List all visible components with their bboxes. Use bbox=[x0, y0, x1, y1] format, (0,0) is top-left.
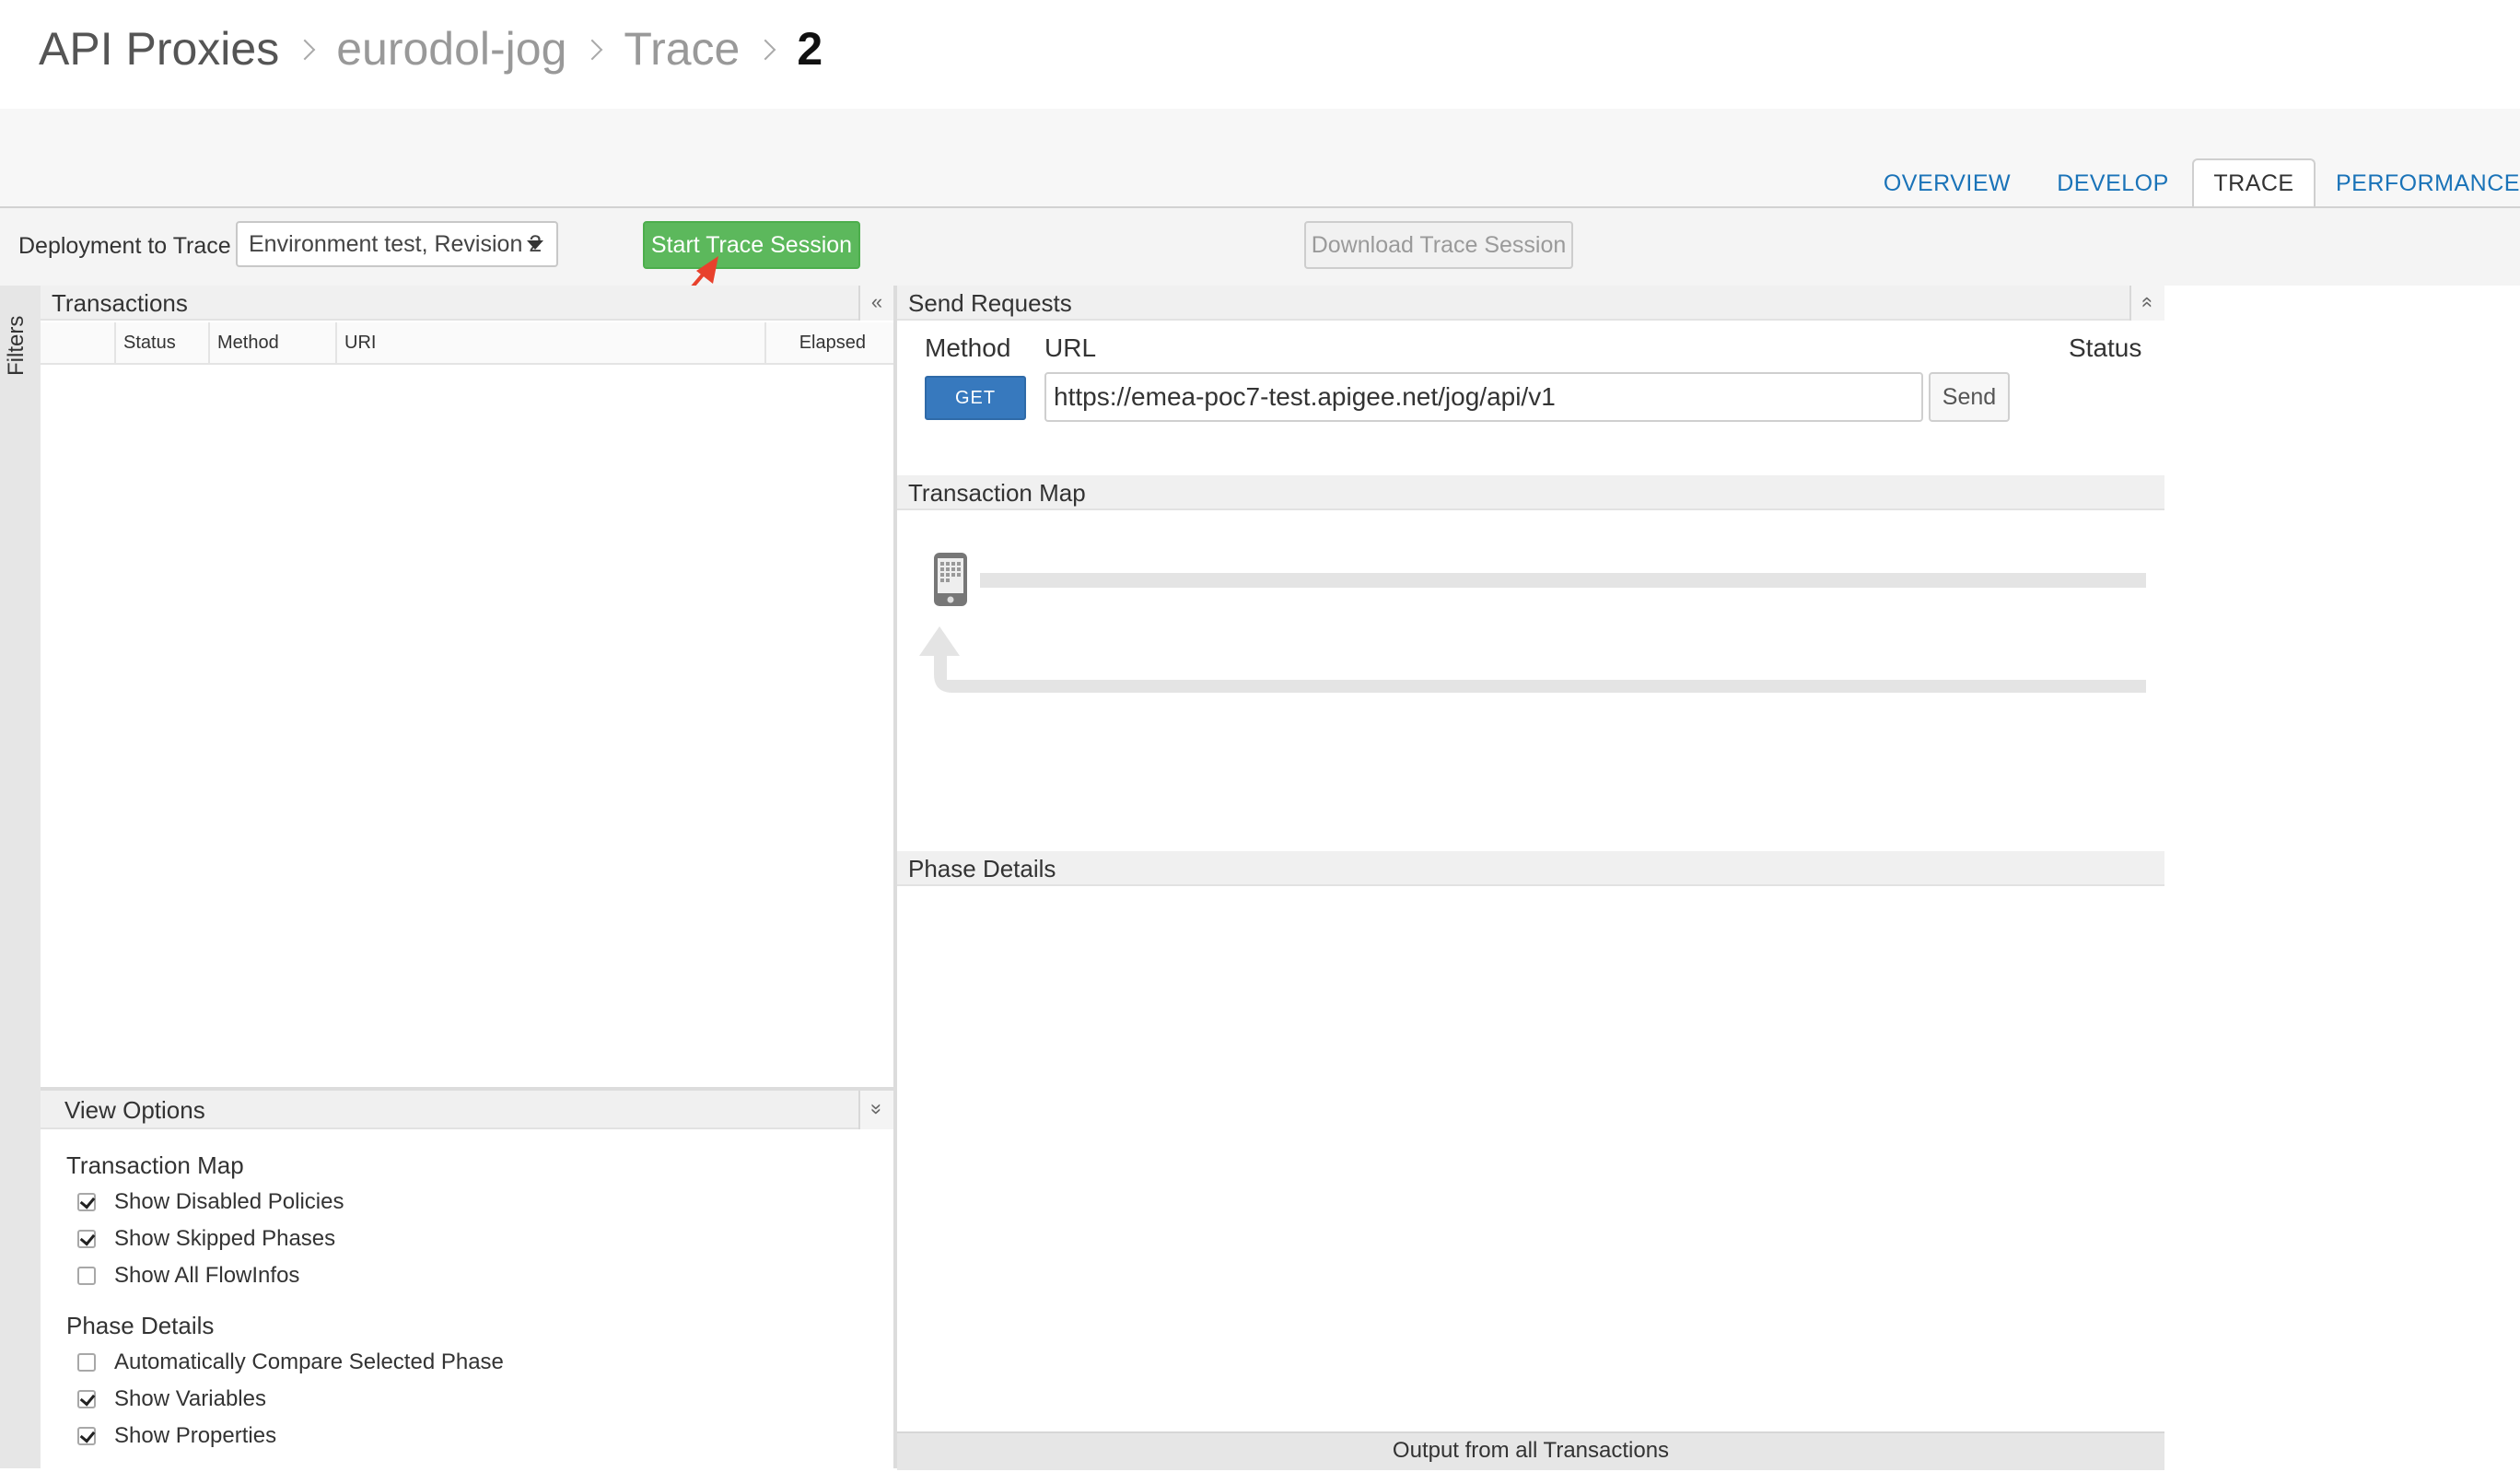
chevron-right-icon bbox=[752, 17, 784, 81]
checkbox[interactable] bbox=[77, 1353, 96, 1372]
double-chevron-down-icon: » bbox=[866, 1103, 889, 1116]
double-chevron-up-icon: « bbox=[2137, 296, 2160, 309]
send-requests-header: Send Requests « bbox=[897, 286, 2164, 321]
checkbox[interactable] bbox=[77, 1427, 96, 1445]
deployment-label: Deployment to Trace bbox=[18, 233, 231, 259]
option-show-skipped-phases[interactable]: Show Skipped Phases bbox=[77, 1223, 335, 1255]
checkbox[interactable] bbox=[77, 1390, 96, 1408]
tab-develop[interactable]: DEVELOP bbox=[2050, 160, 2176, 206]
option-show-properties[interactable]: Show Properties bbox=[77, 1420, 276, 1452]
deployment-select[interactable]: Environment test, Revision 2 bbox=[236, 221, 558, 267]
request-url-input[interactable] bbox=[1044, 372, 1923, 422]
checkbox[interactable] bbox=[77, 1193, 96, 1211]
send-button[interactable]: Send bbox=[1929, 372, 2010, 422]
option-show-variables[interactable]: Show Variables bbox=[77, 1384, 266, 1415]
column-elapsed[interactable]: Elapsed bbox=[764, 322, 893, 363]
collapse-left-icon[interactable]: « bbox=[858, 286, 893, 321]
filters-toggle[interactable]: Filters bbox=[4, 302, 37, 376]
view-options-section-title: Phase Details bbox=[66, 1312, 215, 1339]
column-uri[interactable]: URI bbox=[335, 322, 764, 363]
download-trace-session-button[interactable]: Download Trace Session bbox=[1304, 221, 1573, 269]
send-requests-title: Send Requests bbox=[908, 289, 1072, 317]
chevron-right-icon bbox=[579, 17, 611, 81]
chevron-right-icon bbox=[292, 17, 323, 81]
option-label: Show Skipped Phases bbox=[114, 1226, 336, 1251]
transactions-panel: Transactions « Status Method URI Elapsed… bbox=[41, 286, 897, 1472]
breadcrumb-trace[interactable]: Trace bbox=[624, 17, 740, 81]
url-label: URL bbox=[1044, 333, 1097, 362]
tab-performance[interactable]: PERFORMANCE bbox=[2336, 160, 2519, 206]
trace-toolbar: Deployment to Trace Environment test, Re… bbox=[0, 206, 2520, 287]
collapse-up-icon[interactable]: « bbox=[2129, 286, 2164, 321]
checkbox[interactable] bbox=[77, 1267, 96, 1285]
caret-down-icon bbox=[527, 240, 543, 250]
empty-area bbox=[2164, 286, 2520, 1468]
page-header: API Proxies eurodol-jog Trace 2 bbox=[0, 0, 2520, 111]
transactions-header: Transactions « bbox=[41, 286, 893, 321]
breadcrumb-proxy-name[interactable]: eurodol-jog bbox=[336, 17, 566, 81]
trace-detail-panel: Send Requests « Method URL Status GET Se… bbox=[897, 286, 2164, 1470]
mobile-device-icon bbox=[934, 553, 967, 606]
view-options-section-title: Transaction Map bbox=[66, 1151, 244, 1179]
breadcrumb-api-proxies[interactable]: API Proxies bbox=[39, 17, 279, 81]
view-options-header: View Options » bbox=[41, 1091, 893, 1129]
option-auto-compare-phase[interactable]: Automatically Compare Selected Phase bbox=[77, 1347, 504, 1378]
tab-trace[interactable]: TRACE bbox=[2192, 158, 2316, 210]
http-method-button[interactable]: GET bbox=[925, 376, 1026, 420]
tab-bar: OVERVIEW DEVELOP TRACE PERFORMANCE bbox=[0, 109, 2520, 210]
response-flow-arrow-icon bbox=[919, 626, 2146, 693]
transaction-map-header: Transaction Map bbox=[897, 475, 2164, 510]
deployment-select-value: Environment test, Revision 2 bbox=[249, 231, 542, 257]
option-show-all-flowinfos[interactable]: Show All FlowInfos bbox=[77, 1260, 299, 1291]
option-show-disabled-policies[interactable]: Show Disabled Policies bbox=[77, 1186, 344, 1218]
breadcrumb-revision: 2 bbox=[797, 23, 823, 75]
option-label: Automatically Compare Selected Phase bbox=[114, 1349, 504, 1374]
option-label: Show Disabled Policies bbox=[114, 1189, 344, 1214]
view-options-panel: View Options » Transaction Map Show Disa… bbox=[41, 1087, 893, 1472]
checkbox[interactable] bbox=[77, 1230, 96, 1248]
method-label: Method bbox=[925, 333, 1011, 362]
output-all-transactions-bar[interactable]: Output from all Transactions bbox=[897, 1431, 2164, 1470]
column-status[interactable]: Status bbox=[114, 322, 208, 363]
expand-down-icon[interactable]: » bbox=[858, 1091, 893, 1129]
transactions-title: Transactions bbox=[52, 289, 188, 317]
column-method[interactable]: Method bbox=[208, 322, 335, 363]
transactions-table-header: Status Method URI Elapsed bbox=[41, 322, 893, 365]
option-label: Show Properties bbox=[114, 1423, 277, 1448]
option-label: Show Variables bbox=[114, 1386, 266, 1411]
filters-sidebar bbox=[0, 286, 41, 1468]
request-flow-track bbox=[980, 573, 2146, 588]
option-label: Show All FlowInfos bbox=[114, 1263, 300, 1288]
tab-overview[interactable]: OVERVIEW bbox=[1873, 160, 2021, 206]
phase-details-title: Phase Details bbox=[908, 855, 1056, 882]
transaction-map-title: Transaction Map bbox=[908, 479, 1086, 507]
view-options-title: View Options bbox=[64, 1096, 205, 1124]
phase-details-header: Phase Details bbox=[897, 851, 2164, 886]
transaction-map bbox=[897, 512, 2164, 789]
status-label: Status bbox=[2069, 333, 2142, 362]
breadcrumb: API Proxies eurodol-jog Trace 2 bbox=[39, 17, 822, 81]
